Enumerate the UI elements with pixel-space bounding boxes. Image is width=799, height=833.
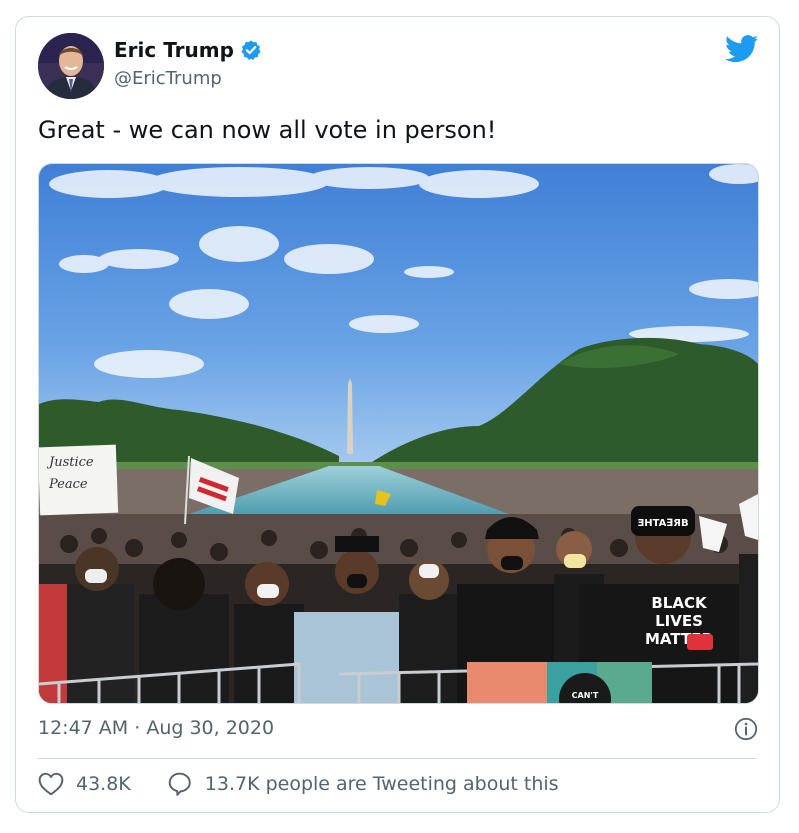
tweet-actions: 43.8K 13.7K people are Tweeting about th… [38,771,559,797]
speech-bubble-icon [168,772,191,796]
verified-badge-icon [241,40,261,60]
tweet-date[interactable]: Aug 30, 2020 [146,717,274,739]
info-icon[interactable] [734,717,758,741]
hat-text: CAN'T [572,691,599,700]
twitter-bird-icon[interactable] [725,35,759,63]
heart-icon [38,772,64,796]
avatar[interactable] [38,33,104,99]
conversation-text[interactable]: 13.7K people are Tweeting about this [205,773,559,795]
like-button[interactable]: 43.8K [38,772,131,796]
timestamp-separator: · [134,717,141,739]
tweet-timestamp[interactable]: 12:47 AM · Aug 30, 2020 [38,717,274,739]
svg-text:ƎHTA∃ЯB: ƎHTA∃ЯB [637,518,688,529]
divider [38,758,757,759]
tweet-time[interactable]: 12:47 AM [38,717,128,739]
author-handle[interactable]: @EricTrump [114,68,222,89]
author-name-text[interactable]: Eric Trump [114,38,234,62]
sign-text-peace: Peace [48,477,88,492]
shirt-text-2: LIVES [655,612,703,630]
tweet-card: Eric Trump @EricTrump Great - we can now… [15,16,780,813]
conversation-link[interactable]: 13.7K people are Tweeting about this [167,771,559,797]
shirt-text-1: BLACK [651,594,708,612]
author-name[interactable]: Eric Trump [114,38,262,62]
like-count: 43.8K [76,773,131,795]
tweet-text: Great - we can now all vote in person! [38,116,497,144]
tweet-photo[interactable]: ƎHTA∃ЯB BLACK LIVES MATTER Justice Peace… [38,163,759,704]
sign-text-justice: Justice [46,455,94,470]
